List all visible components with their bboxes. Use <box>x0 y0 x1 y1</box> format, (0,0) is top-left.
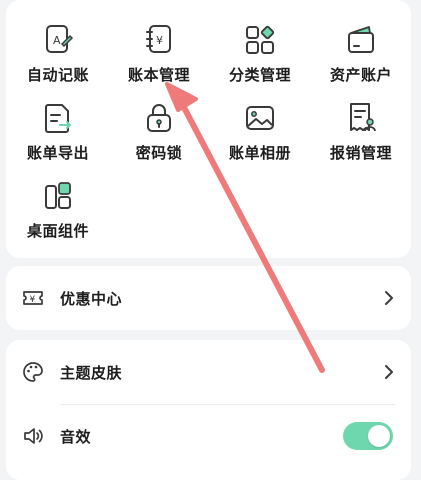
coupon-icon: ¥ <box>23 291 43 305</box>
reimbursement-icon <box>350 103 376 132</box>
sound-effect-toggle[interactable] <box>343 422 393 450</box>
bill-album-icon <box>246 106 274 130</box>
promo-center-row[interactable]: ¥ 优惠中心 <box>6 268 411 328</box>
grid-label: 桌面组件 <box>26 222 89 240</box>
category-management-icon <box>246 25 275 54</box>
grid-item-reimbursement[interactable]: 报销管理 <box>311 100 411 170</box>
svg-text:¥: ¥ <box>30 295 36 305</box>
grid-label: 报销管理 <box>329 144 392 162</box>
speaker-icon <box>24 428 43 444</box>
promo-card: ¥ 优惠中心 <box>6 266 411 330</box>
grid-label: 密码锁 <box>135 144 183 162</box>
desktop-widget-icon <box>45 182 71 209</box>
grid-label: 账单导出 <box>26 144 89 162</box>
grid-item-category-management[interactable]: 分类管理 <box>210 22 310 92</box>
chevron-right-icon <box>385 365 393 379</box>
password-lock-icon <box>147 104 171 132</box>
grid-item-ledger-management[interactable]: ¥ 账本管理 <box>109 22 209 92</box>
grid-item-desktop-widget[interactable]: 桌面组件 <box>8 178 108 248</box>
promo-center-label: 优惠中心 <box>60 289 123 308</box>
grid-item-bill-album[interactable]: 账单相册 <box>210 100 310 170</box>
svg-text:¥: ¥ <box>156 34 163 47</box>
grid-item-bill-export[interactable]: 账单导出 <box>8 100 108 170</box>
grid-label: 分类管理 <box>228 66 291 84</box>
theme-skin-label: 主题皮肤 <box>60 363 123 382</box>
sound-effect-label: 音效 <box>60 427 92 446</box>
grid-label: 账本管理 <box>127 66 190 84</box>
chevron-right-icon <box>385 291 393 305</box>
asset-account-icon <box>348 26 374 53</box>
grid-label: 自动记账 <box>26 66 89 84</box>
grid-item-auto-bookkeeping[interactable]: A 自动记账 <box>8 22 108 92</box>
ledger-management-icon: ¥ <box>146 25 171 53</box>
auto-bookkeeping-icon: A <box>46 25 74 53</box>
toggle-knob <box>368 425 390 447</box>
theme-skin-row[interactable]: 主题皮肤 <box>6 342 411 402</box>
features-card: A 自动记账 ¥ 账本管理 分类管理 资产账户 账单导出 密码锁 账单相册 报销… <box>6 0 411 258</box>
grid-label: 资产账户 <box>329 66 392 84</box>
grid-label: 账单相册 <box>228 144 291 162</box>
grid-item-password-lock[interactable]: 密码锁 <box>109 100 209 170</box>
divider <box>60 404 395 405</box>
sound-effect-row: 音效 <box>6 406 411 466</box>
palette-icon <box>23 362 43 382</box>
bill-export-icon <box>45 104 71 133</box>
grid-item-asset-account[interactable]: 资产账户 <box>311 22 411 92</box>
settings-card: 主题皮肤 音效 <box>6 340 411 480</box>
svg-text:A: A <box>53 34 61 47</box>
